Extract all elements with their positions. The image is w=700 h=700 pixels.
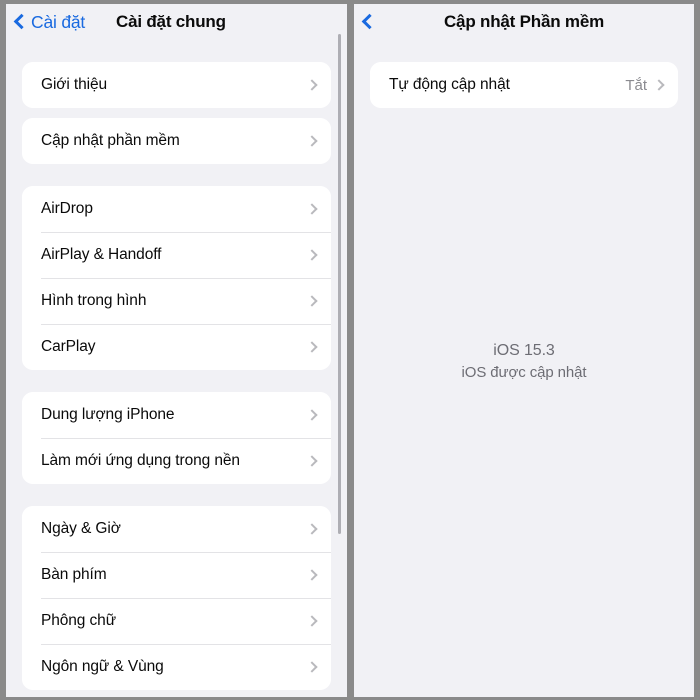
row-language-region[interactable]: Ngôn ngữ & Vùng: [22, 644, 331, 690]
back-to-general-button[interactable]: [354, 13, 379, 30]
row-cap-nhat-phan-mem[interactable]: Cập nhật phần mềm: [22, 118, 331, 164]
chevron-left-icon: [361, 13, 378, 30]
dual-screenshot-container: Cài đặt Cài đặt chung Giới thiệu Cập nhậ…: [0, 0, 700, 700]
chevron-right-icon: [306, 409, 318, 421]
section-storage: Dung lượng iPhone Làm mới ứng dụng trong…: [22, 392, 331, 484]
general-settings-screen: Cài đặt Cài đặt chung Giới thiệu Cập nhậ…: [0, 0, 347, 700]
row-label: Giới thiệu: [41, 76, 108, 93]
row-label: Dung lượng iPhone: [41, 406, 175, 423]
chevron-right-icon: [306, 615, 318, 627]
chevron-right-icon: [306, 295, 318, 307]
row-label: Làm mới ứng dụng trong nền: [41, 452, 240, 469]
row-label: CarPlay: [41, 338, 96, 355]
row-label: Ngày & Giờ: [41, 520, 121, 537]
row-date-time[interactable]: Ngày & Giờ: [22, 506, 331, 552]
row-label: AirDrop: [41, 200, 93, 217]
chevron-right-icon: [306, 203, 318, 215]
chevron-right-icon: [306, 135, 318, 147]
chevron-right-icon: [306, 79, 318, 91]
chevron-right-icon: [306, 455, 318, 467]
row-label: Hình trong hình: [41, 292, 147, 309]
row-picture-in-picture[interactable]: Hình trong hình: [22, 278, 331, 324]
section-connectivity: AirDrop AirPlay & Handoff Hình trong hìn…: [22, 186, 331, 370]
row-label: AirPlay & Handoff: [41, 246, 162, 263]
chevron-left-icon: [13, 13, 30, 30]
back-to-settings-button[interactable]: Cài đặt: [6, 12, 85, 33]
row-label: Tự động cập nhật: [389, 76, 510, 93]
row-airdrop[interactable]: AirDrop: [22, 186, 331, 232]
update-status-block: iOS 15.3 iOS được cập nhật: [354, 342, 694, 381]
chevron-right-icon: [653, 79, 665, 91]
row-fonts[interactable]: Phông chữ: [22, 598, 331, 644]
vertical-scrollbar[interactable]: [338, 34, 341, 534]
software-update-screen: Cập nhật Phần mềm Tự động cập nhật Tắt i…: [347, 0, 700, 700]
section-software-update: Cập nhật phần mềm: [22, 118, 331, 164]
chevron-right-icon: [306, 523, 318, 535]
row-gioi-thieu[interactable]: Giới thiệu: [22, 62, 331, 108]
section-about: Giới thiệu: [22, 62, 331, 108]
chevron-right-icon: [306, 249, 318, 261]
row-background-app-refresh[interactable]: Làm mới ứng dụng trong nền: [22, 438, 331, 484]
update-status-message: iOS được cập nhật: [461, 364, 587, 381]
row-tu-dong-cap-nhat[interactable]: Tự động cập nhật Tắt: [370, 62, 678, 108]
section-automatic-updates: Tự động cập nhật Tắt: [370, 62, 678, 108]
row-value: Tắt: [625, 76, 647, 94]
row-airplay-handoff[interactable]: AirPlay & Handoff: [22, 232, 331, 278]
row-label: Ngôn ngữ & Vùng: [41, 658, 164, 675]
page-title: Cài đặt chung: [116, 12, 226, 31]
row-keyboard[interactable]: Bàn phím: [22, 552, 331, 598]
ios-version-label: iOS 15.3: [493, 342, 555, 359]
right-navbar: Cập nhật Phần mềm: [354, 4, 694, 40]
row-carplay[interactable]: CarPlay: [22, 324, 331, 370]
chevron-right-icon: [306, 341, 318, 353]
row-label: Cập nhật phần mềm: [41, 132, 180, 149]
section-localization: Ngày & Giờ Bàn phím Phông chữ Ngôn ngữ &…: [22, 506, 331, 690]
left-navbar: Cài đặt Cài đặt chung: [6, 4, 347, 40]
row-label: Phông chữ: [41, 612, 116, 629]
chevron-right-icon: [306, 569, 318, 581]
row-iphone-storage[interactable]: Dung lượng iPhone: [22, 392, 331, 438]
back-button-label: Cài đặt: [31, 11, 86, 32]
chevron-right-icon: [306, 661, 318, 673]
page-title: Cập nhật Phần mềm: [443, 12, 605, 31]
row-label: Bàn phím: [41, 566, 107, 583]
